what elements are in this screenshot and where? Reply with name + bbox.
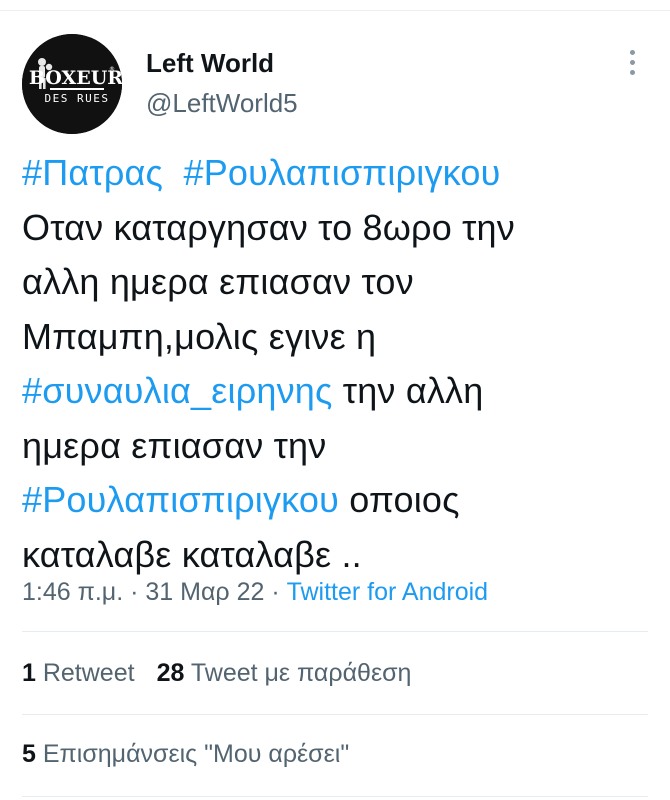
meta-separator: · (264, 578, 287, 606)
more-dot-icon (630, 70, 635, 75)
divider (22, 796, 648, 797)
avatar[interactable]: BOXEUR DES RUES ® (22, 34, 122, 134)
retweets-label: Retweet (35, 659, 135, 687)
tweet-text-segment (163, 152, 183, 193)
more-dot-icon (630, 60, 635, 65)
hashtag-link[interactable]: #Ρουλαπισπιριγκου (22, 479, 339, 520)
more-dot-icon (630, 50, 635, 55)
tweet-time[interactable]: 1:46 π.μ. (22, 578, 123, 606)
tweet-text-segment: καταλαβε καταλαβε .. (22, 533, 362, 575)
hashtag-link[interactable]: #Πατρας (22, 152, 163, 193)
tweet-text-segment: αλλη ημερα επιασαν τον (22, 261, 414, 302)
divider (22, 714, 648, 715)
quote-tweets-count: 28 (156, 659, 185, 687)
hashtag-link[interactable]: #Ρουλαπισπιριγκου (184, 152, 501, 193)
tweet-text-line: #Ρουλαπισπιριγκου οποιος (22, 473, 652, 528)
meta-separator: · (123, 578, 146, 606)
tweet-text-line: Οταν καταργησαν το 8ωρο την (22, 201, 652, 256)
tweet-text-line: αλλη ημερα επιασαν τον (22, 255, 652, 310)
author-display-name[interactable]: Left World (146, 48, 298, 78)
tweet-source-link[interactable]: Twitter for Android (287, 578, 488, 606)
author-handle[interactable]: @LeftWorld5 (146, 88, 298, 118)
boxeur-des-rues-logo: BOXEUR DES RUES ® (22, 34, 122, 134)
tweet-detail: BOXEUR DES RUES ® Left World @LeftWorld5… (0, 0, 670, 800)
tweet-text-line: καταλαβε καταλαβε .. (22, 528, 652, 583)
tweet-text-segment: Οταν καταργησαν το 8ωρο την (22, 206, 515, 248)
quote-tweets-stat[interactable]: 28 Tweet με παράθεση (157, 659, 412, 687)
tweet-text-segment: την αλλη (332, 370, 484, 411)
divider (22, 631, 648, 632)
tweet-text-line: Μπαμπη,μολις εγινε η (22, 310, 652, 365)
tweet-text-line: #Πατρας #Ρουλαπισπιριγκου (22, 146, 652, 201)
retweets-stat[interactable]: 1 Retweet (22, 659, 135, 687)
quote-tweets-label: Tweet με παράθεση (184, 659, 412, 687)
tweet-text-line: #συναυλια_ειρηνης την αλλη (22, 364, 652, 419)
likes-count: 5 (22, 740, 36, 768)
author-block: Left World @LeftWorld5 (146, 48, 298, 118)
likes-label: Επισημάνσεις "Μου αρέσει" (35, 740, 350, 768)
svg-text:®: ® (109, 66, 115, 73)
logo-word-des-rues: DES RUES (45, 92, 110, 105)
likes-stat[interactable]: 5 Επισημάνσεις "Μου αρέσει" (22, 740, 349, 768)
tweet-meta: 1:46 π.μ. · 31 Μαρ 22 · Twitter for Andr… (22, 576, 488, 608)
more-options-button[interactable] (620, 48, 644, 78)
retweets-count: 1 (22, 659, 36, 687)
hashtag-link[interactable]: #συναυλια_ειρηνης (22, 370, 333, 411)
engagement-row: 1 Retweet 28 Tweet με παράθεση (22, 657, 411, 689)
tweet-date[interactable]: 31 Μαρ 22 (145, 578, 264, 606)
tweet-text-line: ημερα επιασαν την (22, 419, 652, 474)
tweet-text-segment: Μπαμπη,μολις εγινε η (22, 315, 377, 357)
tweet-text-segment: οποιος (339, 479, 460, 520)
likes-row: 5 Επισημάνσεις "Μου αρέσει" (22, 738, 349, 770)
tweet-text-segment: ημερα επιασαν την (22, 424, 327, 466)
tweet-text: #Πατρας #Ρουλαπισπιριγκου Οταν καταργησαν… (22, 146, 652, 582)
